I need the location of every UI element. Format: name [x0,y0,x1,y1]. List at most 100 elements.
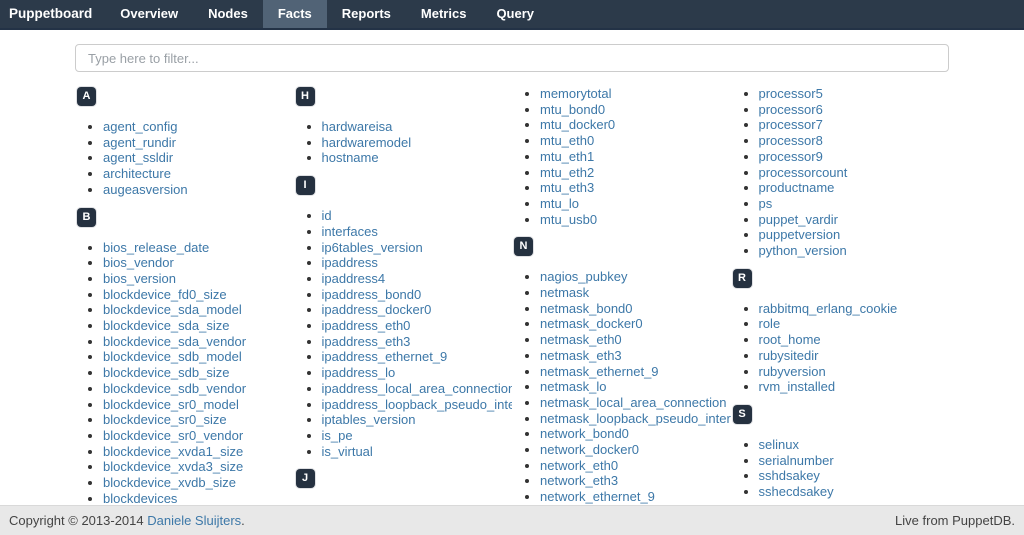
fact-link-blockdevice_sdb_vendor[interactable]: blockdevice_sdb_vendor [103,381,246,396]
fact-link-processor7[interactable]: processor7 [759,117,823,132]
fact-link-puppetversion[interactable]: puppetversion [759,227,841,242]
fact-link-ipaddress_ethernet_9[interactable]: ipaddress_ethernet_9 [322,349,448,364]
fact-link-blockdevice_xvda1_size[interactable]: blockdevice_xvda1_size [103,444,243,459]
fact-link-ipaddress_eth0[interactable]: ipaddress_eth0 [322,318,411,333]
fact-link-network_eth3[interactable]: network_eth3 [540,473,618,488]
nav-item-nodes[interactable]: Nodes [193,0,263,28]
fact-link-productname[interactable]: productname [759,180,835,195]
nav-item-query[interactable]: Query [481,0,549,28]
fact-link-mtu_docker0[interactable]: mtu_docker0 [540,117,615,132]
fact-link-bios_version[interactable]: bios_version [103,271,176,286]
fact-link-blockdevice_sda_model[interactable]: blockdevice_sda_model [103,302,242,317]
nav-item-metrics[interactable]: Metrics [406,0,482,28]
fact-link-mtu_eth3[interactable]: mtu_eth3 [540,180,594,195]
fact-link-id[interactable]: id [322,208,332,223]
fact-link-role[interactable]: role [759,316,781,331]
fact-list-item: ipaddress_eth0 [322,318,513,334]
fact-link-processor6[interactable]: processor6 [759,102,823,117]
nav-item-overview[interactable]: Overview [105,0,193,28]
fact-link-nagios_pubkey[interactable]: nagios_pubkey [540,269,627,284]
fact-link-blockdevice_xvdb_size[interactable]: blockdevice_xvdb_size [103,475,236,490]
fact-link-rabbitmq_erlang_cookie[interactable]: rabbitmq_erlang_cookie [759,301,898,316]
fact-link-processor8[interactable]: processor8 [759,133,823,148]
fact-link-hardwaremodel[interactable]: hardwaremodel [322,135,412,150]
fact-link-network_docker0[interactable]: network_docker0 [540,442,639,457]
fact-link-blockdevice_xvda3_size[interactable]: blockdevice_xvda3_size [103,459,243,474]
fact-link-processor9[interactable]: processor9 [759,149,823,164]
fact-link-netmask_docker0[interactable]: netmask_docker0 [540,316,643,331]
fact-link-memorytotal[interactable]: memorytotal [540,86,612,101]
fact-link-hostname[interactable]: hostname [322,150,379,165]
footer-copyright: Copyright © 2013-2014 Daniele Sluijters. [9,513,245,528]
fact-link-blockdevice_sdb_size[interactable]: blockdevice_sdb_size [103,365,229,380]
brand-link[interactable]: Puppetboard [0,0,105,28]
fact-link-blockdevice_sda_vendor[interactable]: blockdevice_sda_vendor [103,334,246,349]
fact-link-netmask_ethernet_9[interactable]: netmask_ethernet_9 [540,364,659,379]
fact-link-architecture[interactable]: architecture [103,166,171,181]
fact-link-network_bond0[interactable]: network_bond0 [540,426,629,441]
fact-link-is_pe[interactable]: is_pe [322,428,353,443]
fact-link-ipaddress[interactable]: ipaddress [322,255,378,270]
fact-link-is_virtual[interactable]: is_virtual [322,444,373,459]
fact-link-netmask_eth0[interactable]: netmask_eth0 [540,332,622,347]
fact-link-rvm_installed[interactable]: rvm_installed [759,379,836,394]
fact-link-mtu_eth1[interactable]: mtu_eth1 [540,149,594,164]
fact-link-ipaddress_bond0[interactable]: ipaddress_bond0 [322,287,422,302]
fact-link-netmask_lo[interactable]: netmask_lo [540,379,606,394]
fact-link-mtu_usb0[interactable]: mtu_usb0 [540,212,597,227]
fact-link-ipaddress4[interactable]: ipaddress4 [322,271,386,286]
fact-link-ps[interactable]: ps [759,196,773,211]
fact-link-blockdevice_sr0_size[interactable]: blockdevice_sr0_size [103,412,227,427]
fact-link-blockdevice_fd0_size[interactable]: blockdevice_fd0_size [103,287,227,302]
fact-link-netmask_local_area_connection[interactable]: netmask_local_area_connection [540,395,726,410]
fact-link-processorcount[interactable]: processorcount [759,165,848,180]
fact-link-puppet_vardir[interactable]: puppet_vardir [759,212,839,227]
fact-link-agent_ssldir[interactable]: agent_ssldir [103,150,173,165]
fact-link-mtu_eth0[interactable]: mtu_eth0 [540,133,594,148]
fact-link-netmask_bond0[interactable]: netmask_bond0 [540,301,633,316]
fact-link-bios_vendor[interactable]: bios_vendor [103,255,174,270]
fact-link-blockdevice_sr0_vendor[interactable]: blockdevice_sr0_vendor [103,428,243,443]
fact-link-augeasversion[interactable]: augeasversion [103,182,188,197]
fact-link-mtu_bond0[interactable]: mtu_bond0 [540,102,605,117]
fact-list-item: blockdevices [103,491,294,505]
fact-link-bios_release_date[interactable]: bios_release_date [103,240,209,255]
fact-link-sshdsakey[interactable]: sshdsakey [759,468,820,483]
fact-link-blockdevices[interactable]: blockdevices [103,491,177,505]
fact-link-serialnumber[interactable]: serialnumber [759,453,834,468]
fact-link-selinux[interactable]: selinux [759,437,799,452]
fact-link-interfaces[interactable]: interfaces [322,224,378,239]
fact-link-blockdevice_sdb_model[interactable]: blockdevice_sdb_model [103,349,242,364]
fact-link-iptables_version[interactable]: iptables_version [322,412,416,427]
filter-input[interactable] [75,44,949,72]
fact-link-root_home[interactable]: root_home [759,332,821,347]
fact-link-rubysitedir[interactable]: rubysitedir [759,348,819,363]
fact-link-ipaddress_local_area_connection[interactable]: ipaddress_local_area_connection [322,381,513,396]
fact-link-blockdevice_sr0_model[interactable]: blockdevice_sr0_model [103,397,239,412]
fact-link-rubyversion[interactable]: rubyversion [759,364,826,379]
fact-list: bios_release_datebios_vendorbios_version… [75,240,294,505]
fact-link-netmask_eth3[interactable]: netmask_eth3 [540,348,622,363]
fact-link-blockdevice_sda_size[interactable]: blockdevice_sda_size [103,318,229,333]
fact-link-ipaddress_loopback_pseudo_interf[interactable]: ipaddress_loopback_pseudo_interf [322,397,513,412]
fact-link-mtu_eth2[interactable]: mtu_eth2 [540,165,594,180]
author-link[interactable]: Daniele Sluijters [147,513,241,528]
fact-link-hardwareisa[interactable]: hardwareisa [322,119,393,134]
fact-link-ipaddress_eth3[interactable]: ipaddress_eth3 [322,334,411,349]
fact-link-agent_rundir[interactable]: agent_rundir [103,135,176,150]
fact-link-ipaddress_lo[interactable]: ipaddress_lo [322,365,396,380]
nav-item-reports[interactable]: Reports [327,0,406,28]
fact-link-processor5[interactable]: processor5 [759,86,823,101]
fact-link-python_version[interactable]: python_version [759,243,847,258]
fact-link-mtu_lo[interactable]: mtu_lo [540,196,579,211]
fact-link-network_ethernet_9[interactable]: network_ethernet_9 [540,489,655,504]
fact-list-item: blockdevice_xvda1_size [103,444,294,460]
fact-link-ipaddress_docker0[interactable]: ipaddress_docker0 [322,302,432,317]
fact-link-agent_config[interactable]: agent_config [103,119,177,134]
fact-link-network_eth0[interactable]: network_eth0 [540,458,618,473]
fact-link-netmask[interactable]: netmask [540,285,589,300]
fact-link-sshecdsakey[interactable]: sshecdsakey [759,484,834,499]
fact-link-ip6tables_version[interactable]: ip6tables_version [322,240,423,255]
fact-link-netmask_loopback_pseudo_interfa[interactable]: netmask_loopback_pseudo_interfa [540,411,731,426]
nav-item-facts[interactable]: Facts [263,0,327,28]
